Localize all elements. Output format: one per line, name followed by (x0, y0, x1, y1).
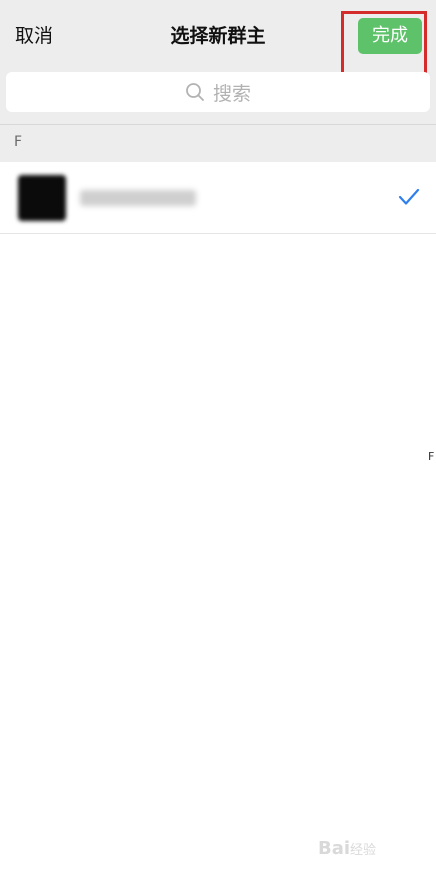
checkmark-icon (398, 188, 420, 206)
section-header: F (0, 124, 436, 162)
avatar (18, 175, 66, 221)
section-letter: F (14, 134, 23, 150)
search-input[interactable]: 搜索 (6, 72, 430, 112)
search-icon (185, 82, 205, 102)
member-list-item[interactable] (0, 162, 436, 234)
search-placeholder: 搜索 (212, 82, 251, 105)
navigation-bar: 取消 选择新群主 完成 (0, 0, 436, 84)
watermark-suffix: 经验 (350, 843, 377, 858)
watermark-text: Bai (318, 838, 351, 859)
header-area: 取消 选择新群主 完成 搜索 (0, 0, 436, 124)
search-placeholder-group: 搜索 (6, 72, 430, 112)
index-bar-letter[interactable]: F (428, 450, 434, 463)
done-button[interactable]: 完成 (358, 18, 422, 54)
member-name-blurred (80, 190, 196, 206)
watermark-logo: Bai经验 (318, 838, 376, 859)
